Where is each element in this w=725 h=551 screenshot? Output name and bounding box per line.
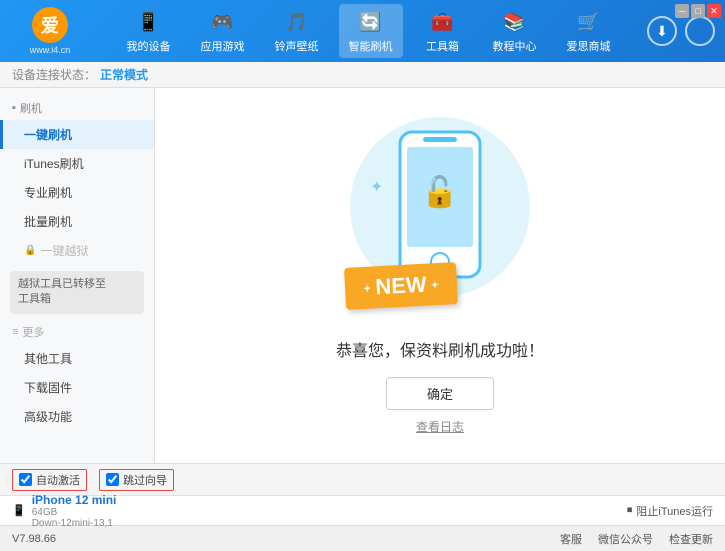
footer-check-update-link[interactable]: 检查更新 xyxy=(669,531,713,547)
main-layout: ▪ 刷机 一键刷机 iTunes刷机 专业刷机 批量刷机 🔒 一键越狱 越狱工具… xyxy=(0,88,725,463)
status-footer: V7.98.66 客服 微信公众号 检查更新 xyxy=(0,525,725,551)
nav-my-device-label: 我的设备 xyxy=(127,38,171,54)
ringtones-icon: 🎵 xyxy=(283,8,311,36)
nav-tutorials-label: 教程中心 xyxy=(493,38,537,54)
nav-smart-flash[interactable]: 🔄 智能刷机 xyxy=(339,4,403,58)
more-section-icon: ≡ xyxy=(12,326,18,338)
nav-apps-games-label: 应用游戏 xyxy=(201,38,245,54)
maximize-button[interactable]: □ xyxy=(691,4,705,18)
footer-version: V7.98.66 xyxy=(12,533,56,545)
toolbox-icon: 🧰 xyxy=(429,8,457,36)
confirm-button[interactable]: 确定 xyxy=(386,377,494,410)
nav-tutorials[interactable]: 📚 教程中心 xyxy=(483,4,547,58)
stop-itunes-icon: ⏹ xyxy=(627,504,633,517)
sidebar-item-pro-flash[interactable]: 专业刷机 xyxy=(0,178,154,207)
auto-activate-checkbox-label[interactable]: 自动激活 xyxy=(12,469,87,491)
nav-smart-flash-label: 智能刷机 xyxy=(349,38,393,54)
my-device-icon: 📱 xyxy=(135,8,163,36)
logo-subtext: www.i4.cn xyxy=(30,45,71,55)
nav-i4-store[interactable]: 🛒 爱思商城 xyxy=(557,4,621,58)
apps-games-icon: 🎮 xyxy=(209,8,237,36)
skip-wizard-label: 跳过向导 xyxy=(123,472,167,488)
smart-flash-icon: 🔄 xyxy=(357,8,385,36)
status-value: 正常模式 xyxy=(100,66,148,83)
auto-activate-label: 自动激活 xyxy=(36,472,80,488)
sparkle-left: ✦ xyxy=(370,177,383,197)
download-button[interactable]: ⬇ xyxy=(647,16,677,46)
device-model: Down-12mini-13,1 xyxy=(32,518,117,529)
more-section-label: 更多 xyxy=(22,324,44,340)
device-bar: 📱 iPhone 12 mini 64GB Down-12mini-13,1 ⏹… xyxy=(0,495,725,525)
nav-right-controls: ⬇ 👤 xyxy=(647,16,715,46)
footer-wechat-link[interactable]: 微信公众号 xyxy=(598,531,653,547)
sidebar-section-flash: ▪ 刷机 xyxy=(0,96,154,120)
status-label: 设备连接状态： xyxy=(12,66,96,83)
minimize-button[interactable]: ─ xyxy=(675,4,689,18)
nav-toolbox[interactable]: 🧰 工具箱 xyxy=(413,4,473,58)
device-capacity: 64GB xyxy=(32,507,117,518)
sidebar-item-batch-flash[interactable]: 批量刷机 xyxy=(0,207,154,236)
stop-itunes-label: 阻止iTunes运行 xyxy=(636,503,713,519)
close-button[interactable]: ✕ xyxy=(707,4,721,18)
sidebar-item-itunes-flash[interactable]: iTunes刷机 xyxy=(0,149,154,178)
sidebar-item-advanced[interactable]: 高级功能 xyxy=(0,402,154,431)
nav-items: 📱 我的设备 🎮 应用游戏 🎵 铃声壁纸 🔄 智能刷机 🧰 工具箱 📚 教程中心… xyxy=(90,4,647,58)
footer-right-links: 客服 微信公众号 检查更新 xyxy=(560,531,713,547)
svg-text:🔓: 🔓 xyxy=(421,174,458,209)
nav-i4-store-label: 爱思商城 xyxy=(567,38,611,54)
sidebar-section-more: ≡ 更多 xyxy=(0,320,154,344)
flash-section-icon: ▪ xyxy=(12,102,16,114)
stop-itunes-button[interactable]: ⏹ 阻止iTunes运行 xyxy=(627,503,713,519)
sidebar: ▪ 刷机 一键刷机 iTunes刷机 专业刷机 批量刷机 🔒 一键越狱 越狱工具… xyxy=(0,88,155,463)
flash-section-label: 刷机 xyxy=(20,100,42,116)
nav-my-device[interactable]: 📱 我的设备 xyxy=(117,4,181,58)
restore-log-link[interactable]: 查看日志 xyxy=(416,418,464,435)
bottom-bar: 自动激活 跳过向导 xyxy=(0,463,725,495)
auto-activate-checkbox[interactable] xyxy=(19,473,32,486)
nav-ringtones-label: 铃声壁纸 xyxy=(275,38,319,54)
device-info-left: 📱 iPhone 12 mini 64GB Down-12mini-13,1 xyxy=(12,493,116,529)
phone-body-container: 🔓 xyxy=(395,127,485,285)
window-controls[interactable]: ─ □ ✕ xyxy=(675,4,721,18)
logo-icon: 爱 xyxy=(32,7,68,43)
sidebar-item-onekey-flash[interactable]: 一键刷机 xyxy=(0,120,154,149)
sidebar-info-box: 越狱工具已转移至工具箱 xyxy=(10,271,144,314)
content-area: ✦ ✦ ✦ 🔓 NEW xyxy=(155,88,725,463)
tutorials-icon: 📚 xyxy=(501,8,529,36)
phone-svg: 🔓 xyxy=(395,127,485,282)
footer-support-link[interactable]: 客服 xyxy=(560,531,582,547)
sidebar-item-jailbreak-disabled: 🔒 一键越狱 xyxy=(0,236,154,265)
skip-wizard-checkbox-label[interactable]: 跳过向导 xyxy=(99,469,174,491)
status-bar: 设备连接状态： 正常模式 xyxy=(0,62,725,88)
i4-store-icon: 🛒 xyxy=(575,8,603,36)
nav-toolbox-label: 工具箱 xyxy=(426,38,459,54)
sidebar-item-download-firmware[interactable]: 下载固件 xyxy=(0,373,154,402)
sidebar-item-other-tools[interactable]: 其他工具 xyxy=(0,344,154,373)
device-details: iPhone 12 mini 64GB Down-12mini-13,1 xyxy=(32,493,117,529)
success-text: 恭喜您，保资料刷机成功啦！ xyxy=(336,337,544,361)
user-button[interactable]: 👤 xyxy=(685,16,715,46)
device-name: iPhone 12 mini xyxy=(32,493,117,507)
logo-area: 爱 www.i4.cn xyxy=(10,7,90,55)
phone-illustration: ✦ ✦ ✦ 🔓 NEW xyxy=(330,117,550,317)
top-navigation-bar: 爱 www.i4.cn 📱 我的设备 🎮 应用游戏 🎵 铃声壁纸 🔄 智能刷机 … xyxy=(0,0,725,62)
nav-apps-games[interactable]: 🎮 应用游戏 xyxy=(191,4,255,58)
new-badge: NEW xyxy=(344,262,458,310)
skip-wizard-checkbox[interactable] xyxy=(106,473,119,486)
device-phone-icon: 📱 xyxy=(12,504,26,517)
nav-ringtones[interactable]: 🎵 铃声壁纸 xyxy=(265,4,329,58)
